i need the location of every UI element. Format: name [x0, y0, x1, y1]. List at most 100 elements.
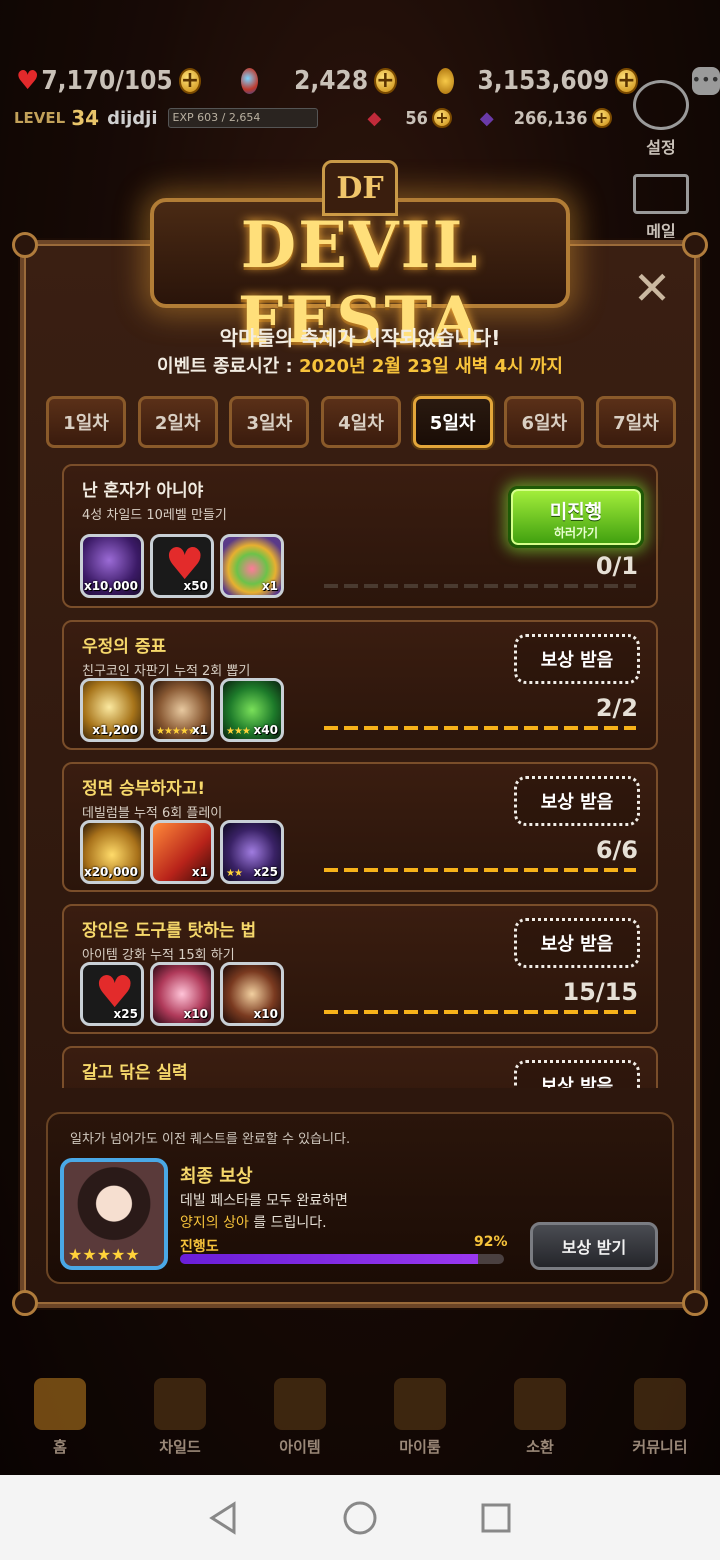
- quest-progress-line: [324, 584, 636, 588]
- final-title: 최종 보상: [180, 1166, 253, 1187]
- reward-count: x50: [183, 579, 208, 593]
- quest-title: 정면 승부하자고!: [82, 779, 206, 799]
- reward-claimed-button[interactable]: 보상 받음: [514, 776, 640, 826]
- close-button[interactable]: ✕: [628, 265, 676, 314]
- nav-label: 차일드: [159, 1438, 201, 1456]
- potion-icon: x1: [220, 534, 284, 598]
- myroom-icon: [394, 1378, 446, 1430]
- reward-list: x25 x10 x10: [80, 962, 284, 1026]
- nav-label: 아이템: [279, 1438, 321, 1456]
- final-note: 일차가 넘어가도 이전 퀘스트를 완료할 수 있습니다.: [70, 1132, 351, 1147]
- portrait-stars: ★★★★★: [68, 1245, 140, 1264]
- home-icon: [34, 1378, 86, 1430]
- reward-claimed-button[interactable]: 보상 받음: [514, 918, 640, 968]
- quest-title: 갈고 닦은 실력: [82, 1063, 188, 1083]
- gold-icon: [436, 68, 454, 94]
- progress-label: 진행도: [180, 1239, 219, 1255]
- recents-button[interactable]: [476, 1498, 516, 1538]
- ticket-icon: x1: [150, 820, 214, 884]
- nav-home[interactable]: 홈: [0, 1372, 120, 1475]
- final-line2-rest: 를 드립니다.: [248, 1215, 327, 1231]
- mail-button[interactable]: 메일: [626, 174, 696, 242]
- quest-desc: 4성 차일드 10레벨 만들기: [82, 508, 227, 523]
- event-banner: DF DEVIL FESTA: [150, 160, 570, 358]
- add-stat-b-button[interactable]: +: [591, 108, 612, 128]
- tab-day-3[interactable]: 3일차: [229, 396, 310, 448]
- quest-card: 장인은 도구를 탓하는 법 아이템 강화 누적 15회 하기 x25 x10 x…: [62, 904, 658, 1034]
- tab-day-4[interactable]: 4일차: [320, 396, 401, 448]
- nav-child[interactable]: 차일드: [120, 1372, 240, 1475]
- add-hearts-button[interactable]: +: [178, 68, 202, 94]
- reward-claimed-button[interactable]: 보상 받음: [514, 1060, 640, 1088]
- nav-community[interactable]: 커뮤니티: [600, 1372, 720, 1475]
- back-icon: [209, 1500, 236, 1535]
- quest-list[interactable]: 난 혼자가 아니야 4성 차일드 10레벨 만들기 x10,000 x50 x1…: [48, 460, 672, 1088]
- reward-count: x1: [191, 865, 208, 879]
- tab-day-6[interactable]: 6일차: [504, 396, 585, 448]
- nav-label: 마이룸: [399, 1438, 441, 1456]
- reward-character-name: 양지의 상아: [180, 1215, 249, 1231]
- nav-label: 소환: [526, 1438, 554, 1456]
- community-icon: [634, 1378, 686, 1430]
- progress-bar: [180, 1254, 504, 1264]
- medal-icon: ★★★★★ x1: [150, 678, 214, 742]
- quest-progress-line: [324, 1010, 636, 1014]
- quest-progress: 0/1: [595, 552, 638, 580]
- end-time-value: 2020년 2월 23일 새벽 4시 까지: [298, 356, 563, 377]
- tab-day-5[interactable]: 5일차: [412, 396, 493, 448]
- friend-coin-icon: x1,200: [80, 678, 144, 742]
- child-icon: [154, 1378, 206, 1430]
- event-subtitle: 악마들의 축제가 시작되었습니다!: [219, 326, 501, 350]
- reward-count: x1,200: [92, 723, 138, 737]
- quest-card: 정면 승부하자고! 데빌럼블 누적 6회 플레이 x20,000 x1 ★★ x2…: [62, 762, 658, 892]
- final-line2: 양지의 상아 를 드립니다.: [180, 1212, 327, 1232]
- quest-progress-line: [324, 726, 636, 730]
- end-time-label: 이벤트 종료시간 :: [157, 356, 299, 377]
- tab-day-2[interactable]: 2일차: [137, 396, 218, 448]
- level-value: 34: [71, 106, 100, 130]
- reward-list: x20,000 x1 ★★ x25: [80, 820, 284, 884]
- mail-icon: [633, 174, 689, 214]
- pink-crystal-icon: x10: [150, 962, 214, 1026]
- back-button[interactable]: [204, 1498, 244, 1538]
- reward-count: x25: [113, 1007, 138, 1021]
- heart-icon: ♥: [16, 66, 40, 96]
- nav-label: 커뮤니티: [632, 1438, 688, 1456]
- quest-progress-line: [324, 868, 636, 872]
- item-icon: [274, 1378, 326, 1430]
- corner-ornament: [682, 232, 708, 258]
- quest-title: 난 혼자가 아니야: [82, 481, 204, 501]
- add-gems-button[interactable]: +: [374, 68, 397, 94]
- claim-final-reward-button[interactable]: 보상 받기: [530, 1222, 658, 1270]
- nav-item[interactable]: 아이템: [240, 1372, 360, 1475]
- reward-count: x25: [253, 865, 278, 879]
- nav-myroom[interactable]: 마이룸: [360, 1372, 480, 1475]
- reward-stars: ★★★★★: [156, 726, 197, 737]
- heart-icon: x50: [150, 534, 214, 598]
- purple-crystal-icon: ★★ x25: [220, 820, 284, 884]
- go-quest-button[interactable]: 미진행 하러가기: [508, 486, 644, 548]
- reward-claimed-button[interactable]: 보상 받음: [514, 634, 640, 684]
- resource-bar: ♥ 7,170 /105 + 2,428 + 3,153,609 + •••: [0, 66, 720, 96]
- reward-count: x10,000: [83, 579, 138, 593]
- settings-button[interactable]: 설정: [626, 80, 696, 158]
- add-stat-a-button[interactable]: +: [431, 108, 452, 128]
- circle-home-icon: [343, 1501, 377, 1534]
- home-system-button[interactable]: [340, 1498, 380, 1538]
- stat-b-count: 266,136: [513, 107, 588, 129]
- nav-summon[interactable]: 소환: [480, 1372, 600, 1475]
- final-line1: 데빌 페스타를 모두 완료하면: [180, 1193, 348, 1209]
- reward-count: x10: [183, 1007, 208, 1021]
- quest-progress: 2/2: [595, 694, 638, 722]
- tab-day-1[interactable]: 1일차: [46, 396, 126, 448]
- heart-icon: x25: [80, 962, 144, 1026]
- event-end-time: 이벤트 종료시간 : 2020년 2월 23일 새벽 4시 까지: [0, 352, 720, 378]
- quest-title: 우정의 증표: [82, 637, 167, 657]
- final-reward-box: 일차가 넘어가도 이전 퀘스트를 완료할 수 있습니다. ★★★★★ 최종 보상…: [46, 1112, 674, 1284]
- gem-icon: [241, 68, 259, 94]
- tab-day-7[interactable]: 7일차: [595, 396, 676, 448]
- user-name: dijdji: [107, 107, 158, 129]
- summon-icon: [514, 1378, 566, 1430]
- reward-count: x20,000: [83, 865, 138, 879]
- exp-bar: EXP 603 / 2,654: [167, 108, 318, 128]
